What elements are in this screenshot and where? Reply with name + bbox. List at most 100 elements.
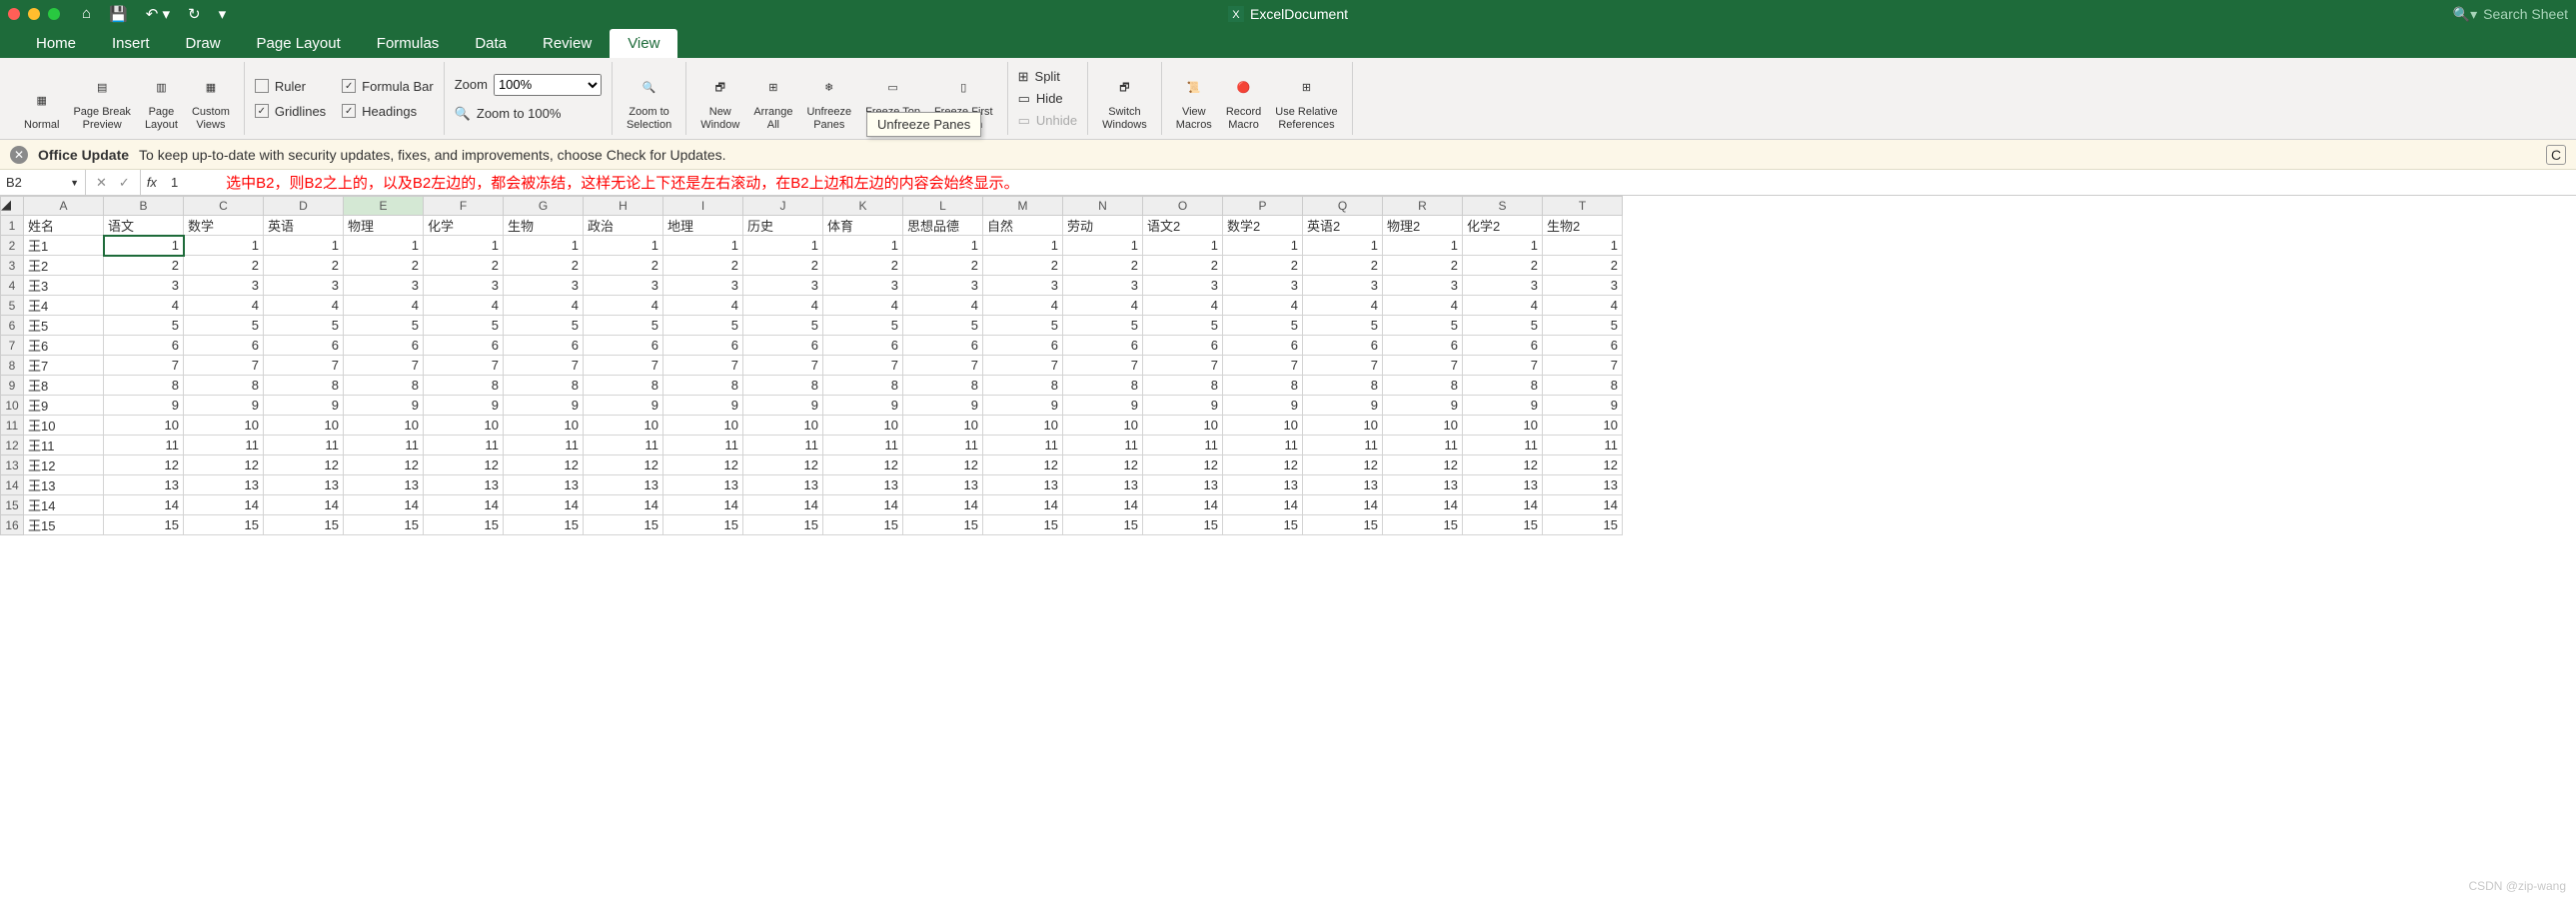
- cell[interactable]: 8: [1463, 376, 1543, 396]
- cell[interactable]: 7: [983, 356, 1063, 376]
- cell[interactable]: 11: [1543, 436, 1623, 455]
- cell[interactable]: 6: [184, 336, 264, 356]
- cell[interactable]: 10: [584, 416, 663, 436]
- cell[interactable]: 14: [1543, 495, 1623, 515]
- cell[interactable]: 2: [1383, 256, 1463, 276]
- cell[interactable]: 1: [344, 236, 424, 256]
- cell[interactable]: 9: [743, 396, 823, 416]
- row-header-12[interactable]: 12: [0, 436, 24, 455]
- zoom-select[interactable]: 100%: [494, 74, 602, 96]
- cell[interactable]: 地理: [663, 216, 743, 236]
- cell[interactable]: 10: [1223, 416, 1303, 436]
- cell[interactable]: 14: [504, 495, 584, 515]
- column-header-C[interactable]: C: [184, 196, 264, 216]
- cell[interactable]: 1: [823, 236, 903, 256]
- cell[interactable]: 1: [983, 236, 1063, 256]
- cell[interactable]: 11: [104, 436, 184, 455]
- column-header-R[interactable]: R: [1383, 196, 1463, 216]
- cell[interactable]: 15: [1543, 515, 1623, 535]
- cell[interactable]: 2: [663, 256, 743, 276]
- column-header-K[interactable]: K: [823, 196, 903, 216]
- cell[interactable]: 8: [1143, 376, 1223, 396]
- hide-button[interactable]: ▭Hide: [1018, 89, 1078, 109]
- cell[interactable]: 1: [1063, 236, 1143, 256]
- row-header-7[interactable]: 7: [0, 336, 24, 356]
- arrange-button[interactable]: ⊞Arrange All: [749, 63, 796, 135]
- row-header-4[interactable]: 4: [0, 276, 24, 296]
- cell[interactable]: 12: [823, 455, 903, 475]
- cell[interactable]: 7: [344, 356, 424, 376]
- cell[interactable]: 1: [184, 236, 264, 256]
- cell[interactable]: 王4: [24, 296, 104, 316]
- cell[interactable]: 6: [663, 336, 743, 356]
- cell[interactable]: 5: [1143, 316, 1223, 336]
- cell[interactable]: 5: [424, 316, 504, 336]
- cell[interactable]: 2: [1463, 256, 1543, 276]
- cell[interactable]: 王6: [24, 336, 104, 356]
- cell[interactable]: 1: [1223, 236, 1303, 256]
- cell[interactable]: 2: [743, 256, 823, 276]
- cell[interactable]: 13: [344, 475, 424, 495]
- cell[interactable]: 4: [504, 296, 584, 316]
- close-update-bar-button[interactable]: ✕: [10, 146, 28, 164]
- cell[interactable]: 4: [344, 296, 424, 316]
- select-all-corner[interactable]: ◢: [0, 196, 24, 216]
- row-header-16[interactable]: 16: [0, 515, 24, 535]
- cell[interactable]: 11: [1303, 436, 1383, 455]
- tab-page-layout[interactable]: Page Layout: [239, 29, 359, 58]
- cell[interactable]: 2: [584, 256, 663, 276]
- column-header-O[interactable]: O: [1143, 196, 1223, 216]
- cell[interactable]: 王11: [24, 436, 104, 455]
- cell[interactable]: 2: [1543, 256, 1623, 276]
- cell[interactable]: 语文: [104, 216, 184, 236]
- cell[interactable]: 6: [823, 336, 903, 356]
- cell[interactable]: 10: [1063, 416, 1143, 436]
- cell[interactable]: 15: [1463, 515, 1543, 535]
- cell[interactable]: 1: [504, 236, 584, 256]
- cell[interactable]: 5: [1223, 316, 1303, 336]
- cell[interactable]: 10: [184, 416, 264, 436]
- cell[interactable]: 4: [903, 296, 983, 316]
- cell[interactable]: 1: [1143, 236, 1223, 256]
- cell[interactable]: 2: [903, 256, 983, 276]
- cell[interactable]: 8: [1223, 376, 1303, 396]
- cell[interactable]: 12: [1303, 455, 1383, 475]
- cell[interactable]: 14: [1303, 495, 1383, 515]
- row-header-3[interactable]: 3: [0, 256, 24, 276]
- cell[interactable]: 4: [1063, 296, 1143, 316]
- search-sheet[interactable]: 🔍▾ Search Sheet: [2453, 6, 2568, 23]
- cell[interactable]: 11: [424, 436, 504, 455]
- cell[interactable]: 13: [1383, 475, 1463, 495]
- cell[interactable]: 10: [264, 416, 344, 436]
- cell[interactable]: 8: [584, 376, 663, 396]
- cell[interactable]: 7: [424, 356, 504, 376]
- cell[interactable]: 6: [344, 336, 424, 356]
- cell[interactable]: 13: [264, 475, 344, 495]
- cell[interactable]: 15: [184, 515, 264, 535]
- fullscreen-window-button[interactable]: [48, 8, 60, 20]
- cell[interactable]: 14: [823, 495, 903, 515]
- cell[interactable]: 7: [903, 356, 983, 376]
- cell[interactable]: 1: [424, 236, 504, 256]
- cell[interactable]: 12: [1463, 455, 1543, 475]
- cell[interactable]: 3: [903, 276, 983, 296]
- cell[interactable]: 5: [584, 316, 663, 336]
- cell[interactable]: 7: [1223, 356, 1303, 376]
- cell[interactable]: 4: [1383, 296, 1463, 316]
- cell[interactable]: 王8: [24, 376, 104, 396]
- cell[interactable]: 王3: [24, 276, 104, 296]
- cell[interactable]: 4: [1463, 296, 1543, 316]
- cell[interactable]: 2: [983, 256, 1063, 276]
- row-header-5[interactable]: 5: [0, 296, 24, 316]
- cell[interactable]: 5: [743, 316, 823, 336]
- cell[interactable]: 10: [1143, 416, 1223, 436]
- normal-view-button[interactable]: ▦Normal: [20, 63, 63, 135]
- gridlines-checkbox[interactable]: ✓Gridlines: [255, 102, 326, 121]
- cell[interactable]: 自然: [983, 216, 1063, 236]
- cell[interactable]: 7: [264, 356, 344, 376]
- cell[interactable]: 14: [1383, 495, 1463, 515]
- cell[interactable]: 语文2: [1143, 216, 1223, 236]
- cell[interactable]: 10: [424, 416, 504, 436]
- cell[interactable]: 6: [1063, 336, 1143, 356]
- cell[interactable]: 4: [104, 296, 184, 316]
